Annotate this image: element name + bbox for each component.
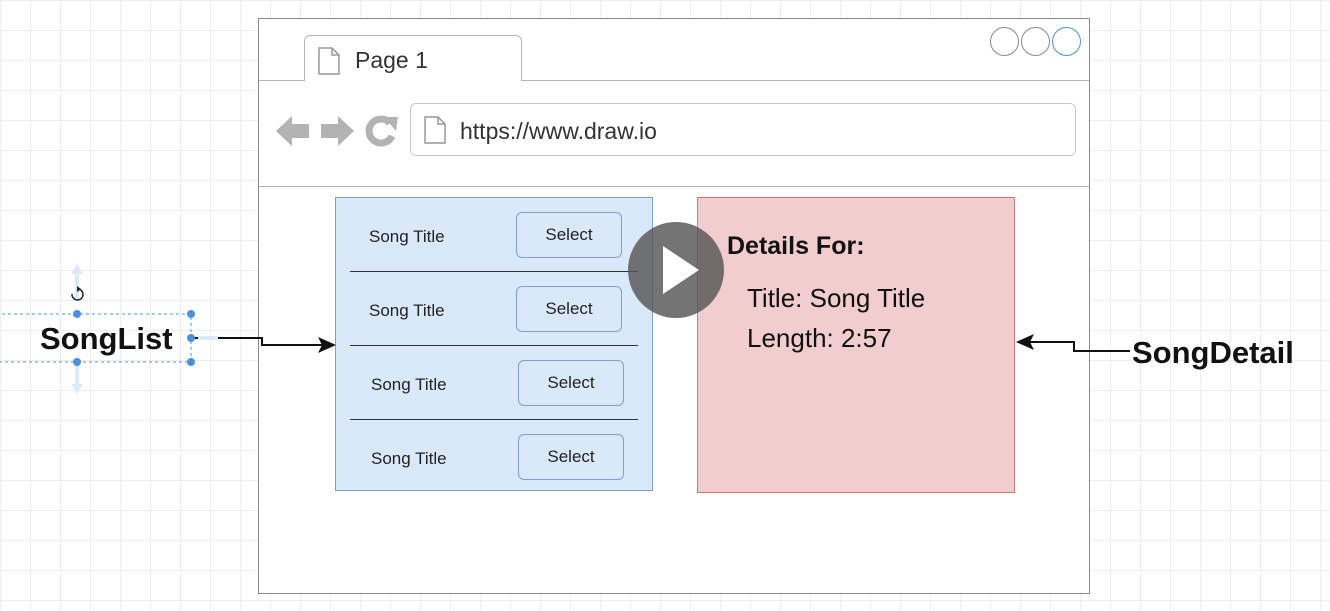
- song-detail-panel: Details For: Title: Song Title Length: 2…: [697, 197, 1015, 493]
- songdetail-label[interactable]: SongDetail: [1132, 335, 1294, 371]
- window-controls: [990, 27, 1081, 56]
- song-list-panel: Song Title Select Song Title Select Song…: [335, 197, 653, 491]
- arrow-right-icon[interactable]: [319, 114, 355, 148]
- reload-icon[interactable]: [365, 114, 399, 148]
- play-button[interactable]: [628, 222, 724, 318]
- select-button[interactable]: Select: [516, 286, 622, 332]
- play-icon: [663, 246, 699, 294]
- arrow-left-icon[interactable]: [275, 114, 311, 148]
- song-list-row: Song Title Select: [336, 346, 652, 420]
- document-icon: [424, 116, 446, 144]
- song-list-row: Song Title Select: [336, 272, 652, 346]
- select-button[interactable]: Select: [518, 360, 624, 406]
- window-control-circle-selected[interactable]: [1052, 27, 1081, 56]
- song-list-row: Song Title Select: [336, 198, 652, 272]
- detail-title-line: Title: Song Title: [747, 283, 926, 313]
- address-bar[interactable]: https://www.draw.io: [410, 103, 1076, 156]
- window-control-circle[interactable]: [990, 27, 1019, 56]
- detail-heading: Details For:: [727, 232, 865, 260]
- select-button[interactable]: Select: [518, 434, 624, 480]
- toolbar-divider: [259, 186, 1089, 187]
- window-control-circle[interactable]: [1021, 27, 1050, 56]
- browser-tab[interactable]: Page 1: [304, 35, 522, 81]
- detail-length-line: Length: 2:57: [747, 323, 892, 353]
- song-title: Song Title: [369, 301, 445, 320]
- url-text: https://www.draw.io: [460, 118, 657, 144]
- song-list-row: Song Title Select: [336, 420, 652, 494]
- song-title: Song Title: [371, 449, 447, 468]
- document-icon: [318, 47, 340, 75]
- tab-label: Page 1: [355, 47, 428, 73]
- song-title: Song Title: [371, 375, 447, 394]
- songlist-label[interactable]: SongList: [40, 321, 173, 357]
- select-button[interactable]: Select: [516, 212, 622, 258]
- song-title: Song Title: [369, 227, 445, 246]
